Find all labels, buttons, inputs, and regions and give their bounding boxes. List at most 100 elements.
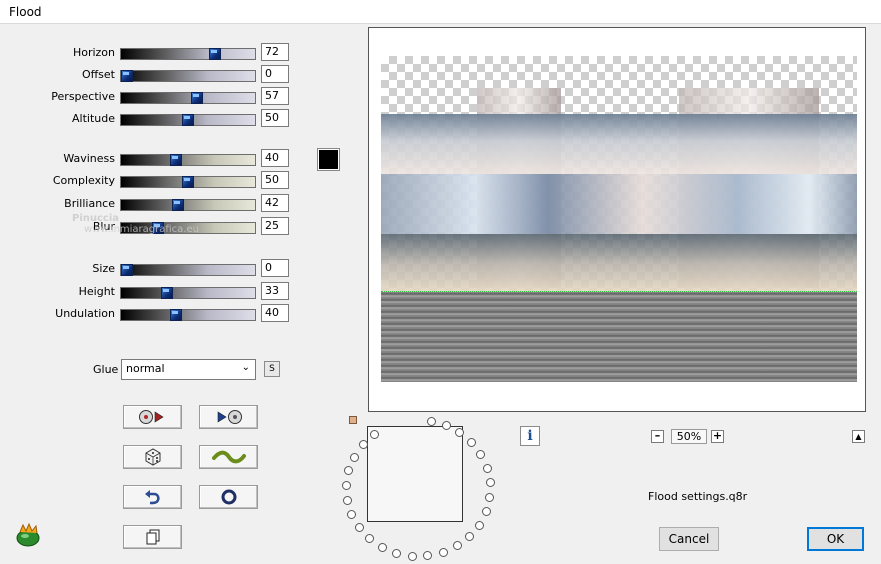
film-reel-back-icon — [138, 410, 164, 424]
dial-dot[interactable] — [427, 417, 436, 426]
dial-dot[interactable] — [442, 421, 451, 430]
woven-band — [381, 114, 857, 174]
dial-dot[interactable] — [342, 481, 351, 490]
dial-dot[interactable] — [370, 430, 379, 439]
value-field-waviness[interactable]: 40 — [261, 149, 289, 167]
dial-dot[interactable] — [343, 496, 352, 505]
slider-waviness[interactable] — [120, 154, 256, 166]
dial-dot[interactable] — [439, 548, 448, 557]
slider-thumb[interactable] — [121, 70, 133, 82]
value-field-height[interactable]: 33 — [261, 282, 289, 300]
value-field-undulation[interactable]: 40 — [261, 304, 289, 322]
slider-thumb[interactable] — [209, 48, 221, 60]
settings-file-name: Flood settings.q8r — [648, 490, 748, 503]
param-row-brilliance: Brilliance 42 — [0, 194, 300, 214]
title-bar: Flood — [0, 0, 881, 24]
slider-undulation[interactable] — [120, 309, 256, 321]
value-field-blur[interactable]: 25 — [261, 217, 289, 235]
watermark: Pinuccia www.inmiaragrafica.eu — [48, 213, 199, 235]
value-field-offset[interactable]: 0 — [261, 65, 289, 83]
param-row-perspective: Perspective 57 — [0, 87, 300, 107]
preview-frame — [368, 27, 866, 412]
dial-dot[interactable] — [347, 510, 356, 519]
cancel-button[interactable]: Cancel — [659, 527, 719, 551]
slider-height[interactable] — [120, 287, 256, 299]
navigator-handle[interactable] — [349, 416, 357, 424]
undo-button[interactable] — [123, 485, 182, 509]
app-logo — [14, 522, 42, 548]
dial-dot[interactable] — [350, 453, 359, 462]
collapse-caret-icon[interactable]: ▲ — [852, 430, 865, 443]
water-reflection — [381, 292, 857, 382]
zoom-out-button[interactable]: – — [651, 430, 664, 443]
woven-band — [381, 174, 857, 234]
slider-altitude[interactable] — [120, 114, 256, 126]
slider-thumb[interactable] — [182, 176, 194, 188]
slider-thumb[interactable] — [172, 199, 184, 211]
param-label: Waviness — [63, 152, 115, 165]
param-label: Height — [78, 285, 115, 298]
wave-button[interactable] — [199, 445, 258, 469]
dial-dot[interactable] — [476, 450, 485, 459]
glue-select[interactable]: normal ⌄ — [121, 359, 256, 380]
dial-dot[interactable] — [423, 551, 432, 560]
value-field-horizon[interactable]: 72 — [261, 43, 289, 61]
slider-brilliance[interactable] — [120, 199, 256, 211]
dial-dot[interactable] — [465, 532, 474, 541]
dial-dot[interactable] — [483, 464, 492, 473]
value-field-brilliance[interactable]: 42 — [261, 194, 289, 212]
value-field-altitude[interactable]: 50 — [261, 109, 289, 127]
glue-value: normal — [126, 362, 165, 375]
flood-color-swatch[interactable] — [317, 148, 340, 171]
dial-dot[interactable] — [365, 534, 374, 543]
ok-button[interactable]: OK — [807, 527, 864, 551]
slider-size[interactable] — [120, 264, 256, 276]
ring-icon — [221, 489, 236, 505]
param-row-complexity: Complexity 50 — [0, 171, 300, 191]
slider-thumb[interactable] — [161, 287, 173, 299]
navigator-thumbnail[interactable] — [367, 426, 463, 522]
info-icon[interactable]: i — [520, 426, 540, 446]
reset-rewind-button[interactable] — [123, 405, 182, 429]
dial-dot[interactable] — [475, 521, 484, 530]
copy-button[interactable] — [123, 525, 182, 549]
random-button[interactable] — [123, 445, 182, 469]
zoom-in-button[interactable]: + — [711, 430, 724, 443]
slider-complexity[interactable] — [120, 176, 256, 188]
dial-dot[interactable] — [378, 543, 387, 552]
glue-s-button[interactable]: S — [264, 361, 280, 377]
param-label: Offset — [81, 68, 115, 81]
film-reel-forward-icon — [217, 410, 242, 424]
chevron-down-icon: ⌄ — [241, 362, 250, 373]
value-field-complexity[interactable]: 50 — [261, 171, 289, 189]
slider-thumb[interactable] — [191, 92, 203, 104]
dial-dot[interactable] — [453, 541, 462, 550]
slider-thumb[interactable] — [121, 264, 133, 276]
dial-dot[interactable] — [482, 507, 491, 516]
zoom-level: 50% — [671, 429, 707, 444]
dial-dot[interactable] — [392, 549, 401, 558]
copy-pages-icon — [146, 529, 159, 545]
forward-button[interactable] — [199, 405, 258, 429]
slider-offset[interactable] — [120, 70, 256, 82]
dial-dot[interactable] — [467, 438, 476, 447]
dial-dot[interactable] — [408, 552, 417, 561]
slider-thumb[interactable] — [170, 309, 182, 321]
value-field-perspective[interactable]: 57 — [261, 87, 289, 105]
dial-dot[interactable] — [355, 523, 364, 532]
preview-image[interactable] — [381, 56, 857, 382]
slider-thumb[interactable] — [170, 154, 182, 166]
dial-dot[interactable] — [486, 478, 495, 487]
param-row-altitude: Altitude 50 — [0, 109, 300, 129]
param-label: Horizon — [72, 46, 115, 59]
param-row-waviness: Waviness 40 — [0, 149, 300, 169]
dial-dot[interactable] — [344, 466, 353, 475]
slider-perspective[interactable] — [120, 92, 256, 104]
slider-thumb[interactable] — [182, 114, 194, 126]
slider-horizon[interactable] — [120, 48, 256, 60]
value-field-size[interactable]: 0 — [261, 259, 289, 277]
dial-dot[interactable] — [455, 428, 464, 437]
dial-dot[interactable] — [359, 440, 368, 449]
record-button[interactable] — [199, 485, 258, 509]
dial-dot[interactable] — [485, 493, 494, 502]
